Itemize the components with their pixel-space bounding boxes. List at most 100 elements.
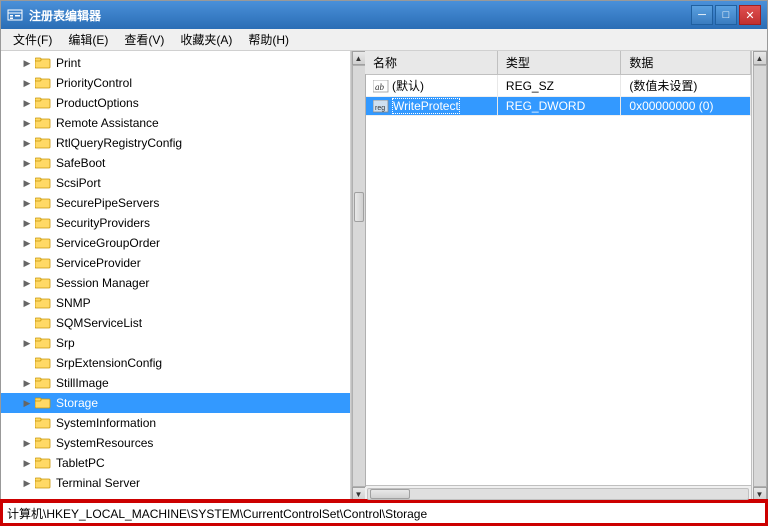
tree-item-label: SecurePipeServers [56,196,159,210]
tree-item[interactable]: ▶ TabletPC [1,453,350,473]
menu-edit[interactable]: 编辑(E) [60,29,116,50]
content-area: ▶ Print▶ PriorityControl▶ ProductOptions… [1,51,767,501]
h-scroll-thumb[interactable] [370,489,410,499]
folder-icon [35,336,53,350]
scroll-down-btn[interactable]: ▼ [352,487,366,501]
folder-icon [35,76,53,90]
tree-item-label: Print [56,56,81,70]
folder-icon [35,416,53,430]
col-name[interactable]: 名称 [365,51,497,75]
folder-icon [35,56,53,70]
tree-arrow-icon: ▶ [21,137,33,149]
tree-arrow-icon: ▶ [21,237,33,249]
scroll-up-btn[interactable]: ▲ [352,51,366,65]
folder-icon [35,456,53,470]
cell-type: REG_DWORD [497,97,621,116]
folder-icon [35,296,53,310]
right-scroll-down[interactable]: ▼ [753,487,767,501]
tree-arrow-icon: ▶ [21,397,33,409]
status-text: 计算机\HKEY_LOCAL_MACHINE\SYSTEM\CurrentCon… [7,505,427,522]
tree-item[interactable]: ▶ RtlQueryRegistryConfig [1,133,350,153]
tree-item[interactable]: ▶ Srp [1,333,350,353]
left-pane-wrapper: ▶ Print▶ PriorityControl▶ ProductOptions… [1,51,365,501]
right-scrollbar[interactable]: ▲ ▼ [751,51,767,501]
tree-item[interactable]: ▶ Print [1,53,350,73]
tree-item[interactable]: ▶ ScsiPort [1,173,350,193]
minimize-button[interactable]: ─ [691,5,713,25]
folder-icon [35,316,53,330]
app-icon [7,7,23,23]
close-button[interactable]: ✕ [739,5,761,25]
tree-arrow-icon: ▶ [21,97,33,109]
col-type[interactable]: 类型 [497,51,621,75]
tree-item[interactable]: ▶ Session Manager [1,273,350,293]
right-scroll-track[interactable] [753,65,767,487]
right-scroll-up[interactable]: ▲ [753,51,767,65]
folder-icon [35,276,53,290]
col-data[interactable]: 数据 [621,51,751,75]
tree-item[interactable]: SystemInformation [1,413,350,433]
main-window: 注册表编辑器 ─ □ ✕ 文件(F) 编辑(E) 查看(V) 收藏夹(A) 帮助… [0,0,768,526]
tree-item[interactable]: ▶ StillImage [1,373,350,393]
tree-item[interactable]: ▶ SecurityProviders [1,213,350,233]
table-row[interactable]: reg WriteProtectREG_DWORD0x00000000 (0) [365,97,751,116]
table-row[interactable]: ab (默认)REG_SZ(数值未设置) [365,75,751,97]
folder-icon [35,396,53,410]
tree-item-label: TabletPC [56,456,105,470]
folder-icon [35,256,53,270]
window-title: 注册表编辑器 [29,7,691,24]
tree-item[interactable]: ▶ ProductOptions [1,93,350,113]
tree-item-label: Srp [56,336,75,350]
cell-data: (数值未设置) [621,75,751,97]
cell-name: ab (默认) [365,75,497,97]
status-bar: 计算机\HKEY_LOCAL_MACHINE\SYSTEM\CurrentCon… [1,501,767,525]
tree-arrow-icon: ▶ [21,117,33,129]
right-pane: 名称 类型 数据 ab (默认)REG_SZ(数值未设置) reg WriteP… [365,51,751,501]
title-bar-buttons: ─ □ ✕ [691,5,761,25]
menu-view[interactable]: 查看(V) [116,29,172,50]
tree-arrow-icon [21,317,33,329]
scroll-track[interactable] [352,65,366,487]
tree-item[interactable]: ▶ Terminal Server [1,473,350,493]
registry-table[interactable]: 名称 类型 数据 ab (默认)REG_SZ(数值未设置) reg WriteP… [365,51,751,485]
maximize-button[interactable]: □ [715,5,737,25]
left-pane: ▶ Print▶ PriorityControl▶ ProductOptions… [1,51,351,501]
tree-arrow-icon: ▶ [21,177,33,189]
tree-arrow-icon: ▶ [21,337,33,349]
tree-item-label: SecurityProviders [56,216,150,230]
tree-item[interactable]: ▶ SNMP [1,293,350,313]
tree-arrow-icon: ▶ [21,197,33,209]
tree-item-label: SafeBoot [56,156,105,170]
tree-item[interactable]: ▶ PriorityControl [1,73,350,93]
tree-item-label: SNMP [56,296,91,310]
menu-bar: 文件(F) 编辑(E) 查看(V) 收藏夹(A) 帮助(H) [1,29,767,51]
scroll-thumb[interactable] [354,192,364,222]
tree-item[interactable]: SQMServiceList [1,313,350,333]
tree-item-label: SQMServiceList [56,316,142,330]
tree-arrow-icon: ▶ [21,477,33,489]
folder-icon [35,436,53,450]
h-scroll-track[interactable] [367,488,749,500]
menu-help[interactable]: 帮助(H) [240,29,297,50]
reg-icon: reg [373,99,392,113]
tree-item[interactable]: ▶ SystemResources [1,433,350,453]
tree-item[interactable]: ▶ Storage [1,393,350,413]
title-bar: 注册表编辑器 ─ □ ✕ [1,1,767,29]
h-scrollbar[interactable] [365,485,751,501]
folder-icon [35,116,53,130]
tree-scrollbar[interactable]: ▲ ▼ [351,51,365,501]
tree-container[interactable]: ▶ Print▶ PriorityControl▶ ProductOptions… [1,51,350,501]
tree-item-label: Session Manager [56,276,149,290]
menu-file[interactable]: 文件(F) [5,29,60,50]
menu-favorites[interactable]: 收藏夹(A) [172,29,240,50]
tree-item[interactable]: ▶ ServiceGroupOrder [1,233,350,253]
folder-icon [35,196,53,210]
tree-item[interactable]: ▶ Remote Assistance [1,113,350,133]
tree-arrow-icon: ▶ [21,157,33,169]
cell-name-text: WriteProtect [392,98,460,114]
tree-item-label: RtlQueryRegistryConfig [56,136,182,150]
tree-item[interactable]: ▶ ServiceProvider [1,253,350,273]
tree-item[interactable]: ▶ SafeBoot [1,153,350,173]
tree-item[interactable]: SrpExtensionConfig [1,353,350,373]
tree-item[interactable]: ▶ SecurePipeServers [1,193,350,213]
